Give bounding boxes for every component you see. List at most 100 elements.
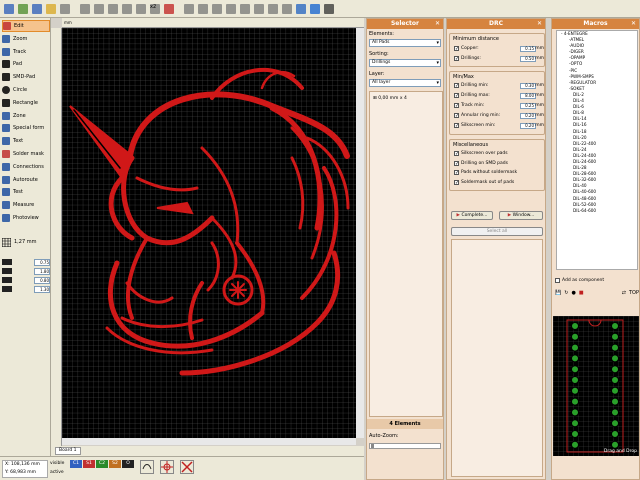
layer-button[interactable]: C2 <box>96 460 108 468</box>
toolbar-icon[interactable] <box>282 4 292 14</box>
refresh-icon[interactable]: ↻ <box>564 290 568 296</box>
macro-preview[interactable]: Drag and Drop <box>553 316 639 456</box>
tool-rectangle[interactable]: Rectangle <box>2 97 50 109</box>
save-icon[interactable]: 💾 <box>555 290 561 296</box>
misc-checkbox[interactable]: ✓ <box>454 170 459 176</box>
misc-checkbox[interactable]: ✓ <box>454 179 459 185</box>
horizontal-scrollbar[interactable] <box>62 438 356 445</box>
tool-label: Zone <box>13 112 26 119</box>
drc-checkbox[interactable]: ✓ <box>454 83 459 89</box>
add-component-option[interactable]: Add as component <box>555 278 604 283</box>
parameter-row: 0.75 <box>2 258 50 266</box>
toolbar-icon[interactable] <box>268 4 278 14</box>
misc-checkbox[interactable]: ✓ <box>454 160 459 166</box>
tool-measure[interactable]: Measure <box>2 199 50 211</box>
text-icon <box>2 137 10 146</box>
list-item-text: 0,00 mm x 4 <box>378 96 407 101</box>
tree-item[interactable]: DIL-64-600 <box>557 208 637 214</box>
close-icon[interactable]: ✕ <box>435 19 440 29</box>
toolbar-icon[interactable] <box>310 4 320 14</box>
sorting-select[interactable]: Drillings <box>369 59 441 67</box>
tool-solder-mask[interactable]: Solder mask <box>2 148 50 160</box>
tool-zone[interactable]: Zone <box>2 110 50 122</box>
drc-checkbox[interactable]: ✓ <box>454 113 459 119</box>
toolbar-icon[interactable] <box>240 4 250 14</box>
misc-label: Silkscreen over pads <box>461 151 508 156</box>
tool-track[interactable]: Track <box>2 46 50 58</box>
select-all-button[interactable]: Select all <box>451 227 543 236</box>
elements-select[interactable]: All Pads <box>369 39 441 47</box>
toolbar-icon[interactable] <box>212 4 222 14</box>
toolbar-icon[interactable] <box>4 4 14 14</box>
drc-value-input[interactable]: 0.25 <box>520 102 536 109</box>
toolbar-icon[interactable] <box>94 4 104 14</box>
parameter-input[interactable]: 0.80 <box>34 276 50 284</box>
disable-button[interactable] <box>180 460 194 474</box>
drc-value-input[interactable]: 0.30 <box>520 82 536 89</box>
tool-smd-pad[interactable]: SMD-Pad <box>2 71 50 83</box>
macro-tree[interactable]: - 4-ENTEGRE -ATMEL -AUDIO -DIGER -OPAMP -OPTO… <box>556 30 638 270</box>
toolbar-icon[interactable] <box>164 4 174 14</box>
toolbar-icon[interactable] <box>198 4 208 14</box>
tool-photoview[interactable]: Photoview <box>2 212 50 224</box>
toolbar-icon[interactable] <box>32 4 42 14</box>
tool-text[interactable]: Text <box>2 135 50 147</box>
tool-connections[interactable]: Connections <box>2 161 50 173</box>
toolbar-icon[interactable] <box>226 4 236 14</box>
tool-pad[interactable]: Pad <box>2 58 50 70</box>
crosshair-button[interactable] <box>160 460 174 474</box>
layer-button[interactable]: O <box>122 460 134 468</box>
board-tab[interactable]: Board 1 <box>55 447 81 455</box>
parameter-input[interactable]: 1.80 <box>34 267 50 275</box>
zoom-level[interactable]: x2 <box>150 4 156 10</box>
copper-checkbox[interactable]: ✓ <box>454 46 459 52</box>
drc-checkbox[interactable]: ✓ <box>454 123 459 129</box>
layer-button[interactable]: C1 <box>70 460 82 468</box>
drillings-checkbox[interactable]: ✓ <box>454 56 459 62</box>
drc-value-input[interactable]: 0.20 <box>520 112 536 119</box>
toolbar-icon[interactable] <box>136 4 146 14</box>
tool-circle[interactable]: Circle <box>2 84 50 96</box>
tool-zoom[interactable]: Zoom <box>2 33 50 45</box>
complete-button[interactable]: ▶ Complete... <box>451 211 493 220</box>
list-item[interactable]: ⊞ 0,00 mm x 4 <box>373 96 407 101</box>
view-mode-button[interactable] <box>140 460 154 474</box>
tool-test[interactable]: Test <box>2 186 50 198</box>
misc-checkbox[interactable]: ✓ <box>454 151 459 157</box>
tool-autoroute[interactable]: Autoroute <box>2 174 50 186</box>
autozoom-slider[interactable] <box>369 443 441 449</box>
record-icon[interactable]: ● <box>571 290 575 296</box>
stop-icon[interactable]: ■ <box>579 290 584 296</box>
board-canvas[interactable] <box>62 28 356 438</box>
copper-input[interactable]: 0.15 <box>520 45 536 52</box>
toolbar-icon[interactable] <box>184 4 194 14</box>
toolbar-icon[interactable] <box>324 4 334 14</box>
drc-checkbox[interactable]: ✓ <box>454 103 459 109</box>
toolbar-icon[interactable] <box>296 4 306 14</box>
drc-checkbox[interactable]: ✓ <box>454 93 459 99</box>
drillings-input[interactable]: 0.50 <box>520 55 536 62</box>
toolbar-icon[interactable] <box>108 4 118 14</box>
toolbar-icon[interactable] <box>122 4 132 14</box>
drc-value-input[interactable]: 0.20 <box>520 122 536 129</box>
drc-value-input[interactable]: 8.00 <box>520 92 536 99</box>
toolbar-icon[interactable] <box>254 4 264 14</box>
tool-special-form[interactable]: Special form <box>2 122 50 134</box>
layer-button[interactable]: S1 <box>83 460 95 468</box>
add-component-checkbox[interactable] <box>555 278 560 283</box>
toolbar-icon[interactable] <box>18 4 28 14</box>
close-icon[interactable]: ✕ <box>537 19 542 29</box>
layer-swap-icon[interactable]: ⇄ <box>622 290 626 296</box>
toolbar-icon[interactable] <box>60 4 70 14</box>
parameter-input[interactable]: 0.75 <box>34 258 50 266</box>
window-button[interactable]: ▶ Window... <box>499 211 543 220</box>
parameter-input[interactable]: 1.30 <box>34 285 50 293</box>
grid-setting[interactable]: 1,27 mm <box>2 236 50 248</box>
toolbar-icon[interactable] <box>46 4 56 14</box>
toolbar-icon[interactable] <box>80 4 90 14</box>
vertical-scrollbar[interactable] <box>356 28 364 438</box>
layer-select[interactable]: All layer <box>369 79 441 87</box>
tool-edit[interactable]: Edit <box>2 20 50 32</box>
layer-button[interactable]: S2 <box>109 460 121 468</box>
close-icon[interactable]: ✕ <box>631 19 636 29</box>
